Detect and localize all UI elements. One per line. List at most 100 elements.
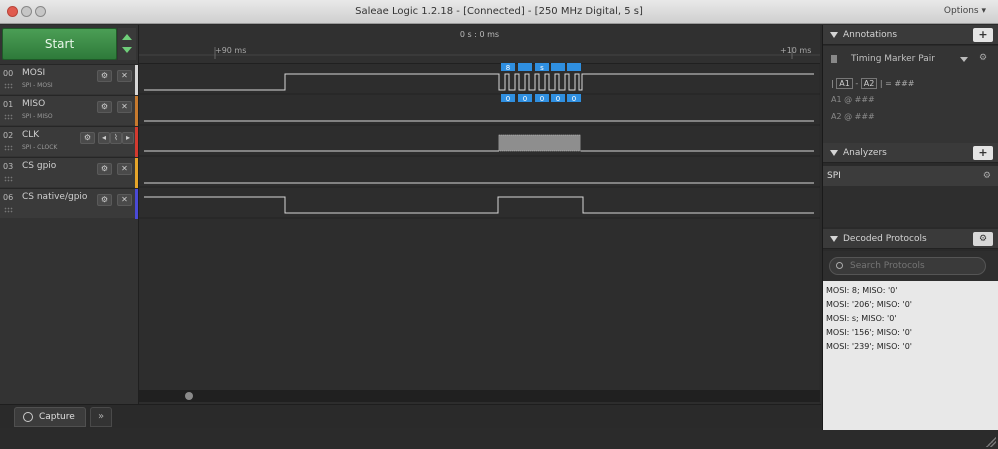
channel-settings-button[interactable]: ⚙ (97, 163, 112, 175)
scrollbar-thumb[interactable] (185, 392, 193, 400)
decoded-protocols-header[interactable]: Decoded Protocols ⚙ (823, 229, 998, 249)
clk-burst (498, 134, 581, 152)
waveform-canvas[interactable]: 8 s 0 0 0 0 0 (139, 25, 820, 390)
drag-handle-icon[interactable] (4, 145, 13, 151)
diff-minus: - (855, 79, 859, 88)
options-menu[interactable]: Options ▾ (944, 6, 986, 16)
miso-decoded-text: 0 (572, 95, 576, 103)
channel-settings-button[interactable]: ⚙ (80, 132, 95, 144)
channel-row-cs-gpio[interactable]: 03 CS gpio ⚙ ✕ (0, 157, 138, 188)
marker-a2-line: A2 @ ### (831, 112, 875, 121)
diff-bar-left: | (831, 79, 834, 88)
decoded-row[interactable]: MOSI: '156'; MISO: '0' (826, 328, 912, 337)
marker-a2-chip[interactable]: A2 (860, 78, 878, 89)
channel-settings-button[interactable]: ⚙ (97, 194, 112, 206)
window-resize-grip[interactable] (986, 437, 996, 447)
side-panel: Annotations + Timing Marker Pair ⚙ | A1 … (822, 25, 998, 430)
channel-row-cs-native-gpio[interactable]: 06 CS native/gpio ⚙ ✕ (0, 188, 138, 219)
next-edge-button[interactable]: ▸ (122, 132, 134, 144)
decoded-protocols-body: MOSI: 8; MISO: '0' MOSI: '206'; MISO: '0… (823, 251, 998, 430)
chevron-down-icon[interactable] (960, 57, 968, 62)
channel-name[interactable]: MOSI (22, 68, 45, 78)
channel-name[interactable]: MISO (22, 99, 45, 109)
channel-name[interactable]: CS gpio (22, 161, 56, 171)
tab-capture[interactable]: Capture (14, 407, 86, 427)
drag-handle-icon[interactable] (4, 114, 13, 120)
mosi-decoded-bubble[interactable] (551, 63, 565, 71)
previous-edge-button[interactable]: ◂ (98, 132, 110, 144)
analyzer-name: SPI (827, 171, 841, 181)
window-title: Saleae Logic 1.2.18 - [Connected] - [250… (355, 6, 643, 17)
start-options-stepper[interactable] (118, 28, 136, 60)
analyzers-header[interactable]: Analyzers + (823, 143, 998, 163)
cs-native-gpio-waveform (144, 196, 814, 214)
tab-capture-label: Capture (39, 412, 75, 422)
mosi-decoded-bubble[interactable] (518, 63, 532, 71)
channel-settings-button[interactable]: ⚙ (97, 101, 112, 113)
annotations-title: Annotations (843, 30, 898, 40)
channel-remove-button[interactable]: ✕ (117, 101, 132, 113)
channel-analyzer-label: SPI - MISO (22, 113, 53, 120)
marker-grip-icon[interactable] (831, 55, 837, 63)
add-annotation-button[interactable]: + (973, 28, 993, 42)
decoded-row[interactable]: MOSI: 8; MISO: '0' (826, 286, 897, 295)
decoded-row[interactable]: MOSI: '206'; MISO: '0' (826, 300, 912, 309)
bottom-tab-bar: Capture » (0, 404, 821, 428)
collapse-triangle-icon[interactable] (830, 32, 838, 38)
mosi-decoded-text: s (540, 64, 544, 72)
channel-row-clk[interactable]: 02 CLK SPI - CLOCK ⚙ ◂ ⌇ ▸ (0, 126, 138, 157)
analyzer-item-spi[interactable]: SPI ⚙ (823, 166, 998, 186)
channel-number: 00 (3, 69, 14, 78)
miso-decoded-text: 0 (506, 95, 510, 103)
channel-analyzer-label: SPI - CLOCK (22, 144, 58, 151)
channel-panel: Start 00 MOSI SPI - MOSI ⚙ ✕ 01 MISO SPI… (0, 25, 138, 415)
mosi-waveform (144, 73, 814, 91)
decoded-settings-button[interactable]: ⚙ (973, 232, 993, 246)
search-bar (823, 251, 998, 281)
more-tabs-button[interactable]: » (90, 407, 112, 427)
channel-row-miso[interactable]: 01 MISO SPI - MISO ⚙ ✕ (0, 95, 138, 126)
timing-marker-pair-label[interactable]: Timing Marker Pair (851, 54, 935, 64)
clk-burst-pulses (498, 134, 581, 152)
trigger-edge-button[interactable]: ⌇ (110, 132, 122, 144)
search-icon (836, 262, 843, 269)
channel-remove-button[interactable]: ✕ (117, 70, 132, 82)
drag-handle-icon[interactable] (4, 83, 13, 89)
search-icon (23, 412, 33, 422)
collapse-triangle-icon[interactable] (830, 150, 838, 156)
channel-name[interactable]: CS native/gpio (22, 192, 87, 202)
marker-a1-chip[interactable]: A1 (836, 78, 853, 89)
channel-number: 01 (3, 100, 14, 109)
drag-handle-icon[interactable] (4, 207, 13, 213)
channel-number: 06 (3, 193, 14, 202)
search-protocols-input[interactable] (829, 257, 986, 275)
gear-icon[interactable]: ⚙ (983, 166, 991, 186)
start-button[interactable]: Start (2, 28, 117, 60)
annotation-settings-icon[interactable]: ⚙ (979, 53, 987, 63)
miso-decoded-text: 0 (523, 95, 527, 103)
horizontal-scrollbar[interactable] (139, 390, 820, 402)
mosi-decoded-bubble[interactable] (567, 63, 581, 71)
channel-remove-button[interactable]: ✕ (117, 194, 132, 206)
mosi-decoded-text: 8 (506, 64, 510, 72)
channel-row-mosi[interactable]: 00 MOSI SPI - MOSI ⚙ ✕ (0, 64, 138, 95)
arrow-down-icon[interactable] (122, 47, 132, 53)
collapse-triangle-icon[interactable] (830, 236, 838, 242)
channel-settings-button[interactable]: ⚙ (97, 70, 112, 82)
arrow-up-icon[interactable] (122, 34, 132, 40)
miso-decoded-text: 0 (540, 95, 544, 103)
channel-analyzer-label: SPI - MOSI (22, 82, 53, 89)
annotations-header[interactable]: Annotations + (823, 25, 998, 45)
channel-name[interactable]: CLK (22, 130, 39, 140)
title-bar: Saleae Logic 1.2.18 - [Connected] - [250… (0, 0, 998, 24)
waveform-view[interactable]: 0 s : 0 ms +90 ms +10 ms 8 s 0 0 0 0 0 (138, 25, 820, 415)
analyzers-body: SPI ⚙ (823, 166, 998, 227)
marker-diff-line: | A1 - A2 | = ### (831, 78, 915, 89)
decoded-row[interactable]: MOSI: s; MISO: '0' (826, 314, 897, 323)
channel-remove-button[interactable]: ✕ (117, 163, 132, 175)
marker-a1-line: A1 @ ### (831, 95, 875, 104)
channel-number: 03 (3, 162, 14, 171)
add-analyzer-button[interactable]: + (973, 146, 993, 160)
decoded-row[interactable]: MOSI: '239'; MISO: '0' (826, 342, 912, 351)
drag-handle-icon[interactable] (4, 176, 13, 182)
